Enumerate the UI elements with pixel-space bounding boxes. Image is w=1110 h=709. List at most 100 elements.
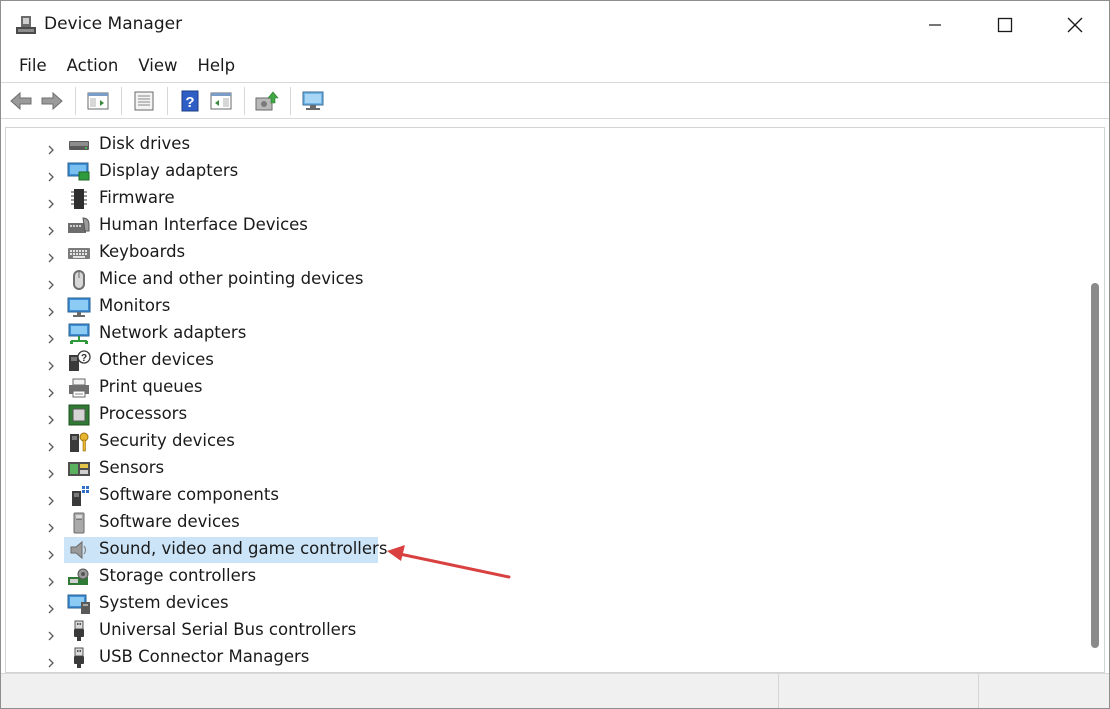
action-pane-button[interactable] xyxy=(207,87,235,115)
toolbar-separator xyxy=(121,86,122,115)
chevron-right-icon[interactable] xyxy=(46,653,56,668)
toolbar-separator xyxy=(290,86,291,115)
tree-item[interactable]: System devices xyxy=(6,590,1086,617)
chevron-right-icon[interactable] xyxy=(46,545,56,560)
tree-item-label: Disk drives xyxy=(99,134,191,153)
tree-item[interactable]: Keyboards xyxy=(6,239,1086,266)
tree-item-label: Human Interface Devices xyxy=(99,215,308,234)
chevron-right-icon[interactable] xyxy=(46,248,56,263)
tree-item[interactable]: Universal Serial Bus controllers xyxy=(6,617,1086,644)
tree-item-label: Display adapters xyxy=(99,161,239,180)
chevron-right-icon[interactable] xyxy=(46,275,56,290)
title-bar: Device Manager xyxy=(1,1,1109,49)
update-driver-icon xyxy=(255,91,279,110)
chevron-right-icon[interactable] xyxy=(46,599,56,614)
software-device-icon xyxy=(67,512,91,534)
show-hide-console-tree-button[interactable] xyxy=(84,87,112,115)
tree-item[interactable]: Disk drives xyxy=(6,131,1086,158)
chevron-right-icon[interactable] xyxy=(46,572,56,587)
tree-item-label: Processors xyxy=(99,404,188,423)
forward-button[interactable] xyxy=(38,87,66,115)
menu-help[interactable]: Help xyxy=(187,52,245,79)
chevron-right-icon[interactable] xyxy=(46,302,56,317)
firmware-icon xyxy=(67,188,91,210)
tree-item[interactable]: Network adapters xyxy=(6,320,1086,347)
scrollbar-thumb[interactable] xyxy=(1091,283,1099,648)
tree-item-label: Universal Serial Bus controllers xyxy=(99,620,357,639)
svg-text:?: ? xyxy=(185,94,194,111)
usb-connector-icon xyxy=(67,647,91,669)
chevron-right-icon[interactable] xyxy=(46,194,56,209)
menu-view[interactable]: View xyxy=(128,52,187,79)
tree-item-label: Mice and other pointing devices xyxy=(99,269,364,288)
chevron-right-icon[interactable] xyxy=(46,383,56,398)
tree-item[interactable]: Mice and other pointing devices xyxy=(6,266,1086,293)
chevron-right-icon[interactable] xyxy=(46,464,56,479)
tree-item[interactable]: Monitors xyxy=(6,293,1086,320)
software-component-icon xyxy=(67,485,91,507)
chevron-right-icon[interactable] xyxy=(46,221,56,236)
back-icon xyxy=(10,91,32,110)
tree-item[interactable]: USB Connector Managers xyxy=(6,644,1086,671)
device-tree[interactable]: Disk drives Display adapters Firmware Human… xyxy=(5,127,1105,673)
tree-item[interactable]: Software components xyxy=(6,482,1086,509)
scan-hardware-button[interactable] xyxy=(299,87,327,115)
tree-item-label: USB Connector Managers xyxy=(99,647,310,666)
monitor-icon xyxy=(67,296,91,318)
tree-item[interactable]: Human Interface Devices xyxy=(6,212,1086,239)
tree-item[interactable]: Firmware xyxy=(6,185,1086,212)
tree-item-label: Network adapters xyxy=(99,323,247,342)
menu-action[interactable]: Action xyxy=(57,52,129,79)
chevron-right-icon[interactable] xyxy=(46,329,56,344)
toolbar-separator xyxy=(75,86,76,115)
device-tree-list: Disk drives Display adapters Firmware Human… xyxy=(6,131,1086,671)
hid-icon xyxy=(67,215,91,237)
status-pane xyxy=(978,674,1109,708)
update-driver-button[interactable] xyxy=(253,87,281,115)
tree-item[interactable]: ? Other devices xyxy=(6,347,1086,374)
tree-item-label: Other devices xyxy=(99,350,214,369)
help-button[interactable]: ? xyxy=(176,87,204,115)
keyboard-icon xyxy=(67,242,91,264)
tree-item[interactable]: Software devices xyxy=(6,509,1086,536)
minimize-icon xyxy=(929,24,941,26)
chevron-right-icon[interactable] xyxy=(46,491,56,506)
tree-item-label: Monitors xyxy=(99,296,171,315)
properties-button[interactable] xyxy=(130,87,158,115)
device-manager-window: Device Manager File Action View Help ? D… xyxy=(0,0,1110,709)
forward-icon xyxy=(41,91,63,110)
other-devices-icon: ? xyxy=(67,350,91,372)
usb-icon xyxy=(67,620,91,642)
tree-item[interactable]: Display adapters xyxy=(6,158,1086,185)
tree-item-label: Keyboards xyxy=(99,242,186,261)
processor-icon xyxy=(67,404,91,426)
close-icon xyxy=(1067,17,1083,33)
chevron-right-icon[interactable] xyxy=(46,626,56,641)
menu-file[interactable]: File xyxy=(9,52,57,79)
tree-item[interactable]: Print queues xyxy=(6,374,1086,401)
tree-item[interactable]: Storage controllers xyxy=(6,563,1086,590)
close-button[interactable] xyxy=(1040,1,1109,49)
maximize-button[interactable] xyxy=(970,1,1040,49)
tree-item-label: Software devices xyxy=(99,512,240,531)
tree-item[interactable]: Security devices xyxy=(6,428,1086,455)
tree-item-label: Sensors xyxy=(99,458,165,477)
tree-item[interactable]: Sound, video and game controllers xyxy=(6,536,1086,563)
chevron-right-icon[interactable] xyxy=(46,410,56,425)
show-hide-console-tree-icon xyxy=(87,92,109,109)
speaker-icon xyxy=(67,539,91,561)
chevron-right-icon[interactable] xyxy=(46,167,56,182)
tree-item[interactable]: Sensors xyxy=(6,455,1086,482)
chevron-right-icon[interactable] xyxy=(46,518,56,533)
back-button[interactable] xyxy=(7,87,35,115)
chevron-right-icon[interactable] xyxy=(46,140,56,155)
minimize-button[interactable] xyxy=(900,1,970,49)
tree-item-label: Software components xyxy=(99,485,279,504)
chevron-right-icon[interactable] xyxy=(46,437,56,452)
vertical-scrollbar[interactable] xyxy=(1086,128,1104,672)
storage-controller-icon xyxy=(67,566,91,588)
tree-item[interactable]: Processors xyxy=(6,401,1086,428)
chevron-right-icon[interactable] xyxy=(46,356,56,371)
sensor-icon xyxy=(67,458,91,480)
scan-hardware-icon xyxy=(302,91,324,110)
